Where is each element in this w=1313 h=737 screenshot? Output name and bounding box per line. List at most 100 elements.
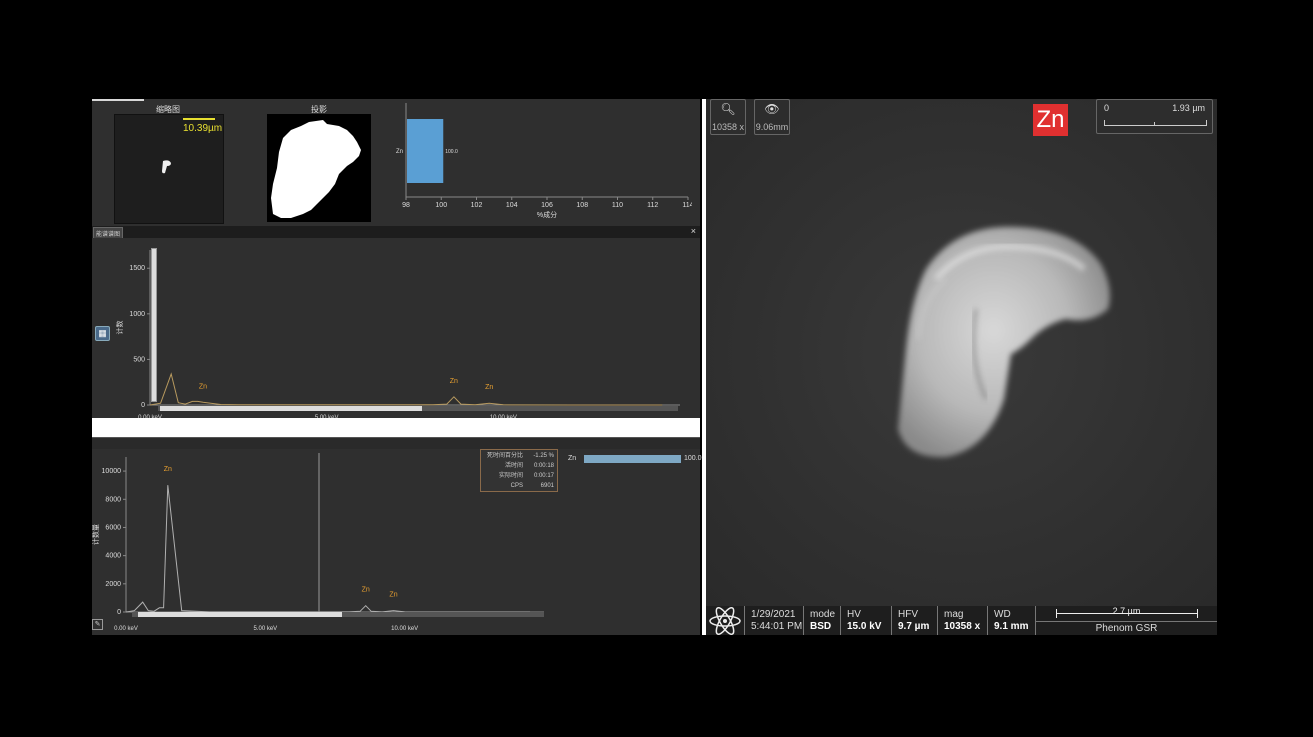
composition-bar bbox=[584, 455, 681, 463]
composition-element: Zn bbox=[568, 455, 577, 462]
bar-chart-tick-label: 100 bbox=[435, 202, 447, 209]
info-wd: WD 9.1 mm bbox=[988, 606, 1036, 635]
stats-row: 实际时间 0:00:17 bbox=[481, 471, 557, 481]
y-tick-label: 2000 bbox=[105, 581, 121, 588]
scale-box: 0 1.93 µm bbox=[1096, 99, 1213, 134]
y-tick-label: 500 bbox=[133, 356, 145, 363]
thumbnail-scale-label: 10.39µm bbox=[183, 123, 223, 134]
edit-icon[interactable]: ✎ bbox=[92, 619, 103, 630]
y-tick-label: 6000 bbox=[105, 524, 121, 531]
y-tick-label: 1000 bbox=[129, 311, 145, 318]
panel-divider bbox=[92, 418, 700, 437]
view-button[interactable]: 👁︎ 9.06mm bbox=[754, 99, 790, 135]
scale-ruler-midtick bbox=[1154, 122, 1155, 125]
thumbnail-scale-bar bbox=[183, 118, 215, 120]
zoom-value: 10358 x bbox=[711, 122, 745, 132]
spectrum-scroll-thumb[interactable] bbox=[160, 406, 422, 411]
stats-value: 0:00:17 bbox=[533, 473, 554, 479]
y-tick-label: 0 bbox=[141, 402, 145, 409]
y-tick-label: 0 bbox=[117, 609, 121, 616]
peak-label-zn: Zn bbox=[450, 378, 458, 385]
atom-icon[interactable] bbox=[708, 607, 742, 635]
composition-bar-chart: Zn 100.0 98 100 102 104 106 108 110 112 114 %成分 bbox=[396, 103, 692, 219]
y-tick-label: 1500 bbox=[129, 265, 145, 272]
stats-value: 0:00:18 bbox=[533, 463, 554, 469]
stats-key: CPS bbox=[510, 483, 523, 489]
scale-start-label: 0 bbox=[1104, 103, 1110, 113]
bar-chart-tick-label: 110 bbox=[612, 202, 623, 209]
bar-chart-tick-label: 98 bbox=[402, 202, 410, 209]
x-tick-label: 0.00 keV bbox=[114, 626, 138, 632]
bar-chart-tick-label: 112 bbox=[647, 202, 658, 209]
search-icon: 🔍︎ bbox=[720, 102, 736, 116]
spectrum-panel: ▦ 1500 1000 500 0 0.00 keV 5.00 keV 10.00 keV 计… bbox=[92, 238, 700, 418]
element-badge: Zn bbox=[1033, 104, 1068, 136]
bar-chart-tick-label: 104 bbox=[506, 202, 518, 209]
info-hv-value: 15.0 kV bbox=[847, 621, 882, 632]
close-icon[interactable]: × bbox=[691, 226, 696, 236]
live-spectrum-chart: 10000 8000 6000 4000 2000 0 0.00 keV 5.00 keV 10… bbox=[92, 453, 544, 632]
bar-zn bbox=[407, 119, 444, 183]
live-spectrum-panel: 10000 8000 6000 4000 2000 0 0.00 keV 5.00 keV 10… bbox=[92, 449, 702, 635]
x-tick-label: 10.00 keV bbox=[391, 626, 418, 632]
info-time: 5:44:01 PM bbox=[751, 621, 803, 632]
x-tick-label: 5.00 keV bbox=[253, 626, 277, 632]
live-spectrum-scroll-thumb[interactable] bbox=[138, 612, 342, 617]
info-wd-key: WD bbox=[994, 609, 1011, 620]
stats-key: 活时间 bbox=[504, 463, 523, 469]
info-hv-key: HV bbox=[847, 609, 861, 620]
y-tick-label: 4000 bbox=[105, 553, 121, 560]
eye-icon: 👁︎ bbox=[764, 102, 780, 116]
spectrum-ylabel: 计数量 bbox=[92, 524, 100, 545]
info-mode-value: BSD bbox=[810, 621, 832, 632]
sem-image-viewer[interactable]: 🔍︎ 10358 x 👁︎ 9.06mm Zn 0 1.93 µm bbox=[706, 99, 1217, 606]
particle-thumbnail bbox=[162, 160, 171, 174]
scale-end-label: 1.93 µm bbox=[1172, 103, 1205, 113]
peak-label-zn: Zn bbox=[164, 466, 172, 473]
brand-label: Phenom GSR bbox=[1095, 623, 1158, 634]
acquisition-stats-box: 死时间百分比 -1.25 % 活时间 0:00:18 实际时间 0:00:17 CPS 690… bbox=[480, 449, 558, 492]
spectrum-chart: 1500100050000.00 keV 5.00 keV 10.00 keV计数Z… bbox=[115, 250, 680, 418]
info-scale-divider bbox=[1036, 621, 1217, 622]
peak-label-zn: Zn bbox=[362, 587, 370, 594]
composition-value: 100.0 bbox=[684, 455, 702, 462]
spectrum-scroll-horizontal[interactable] bbox=[158, 406, 678, 411]
bar-chart-tick-label: 102 bbox=[471, 202, 483, 209]
composition-track bbox=[584, 455, 681, 463]
info-mag-key: mag bbox=[944, 609, 964, 620]
overview-panel: 缩略图 10.39µm 投影 Zn 100.0 98 100 102 104 106 10… bbox=[92, 99, 700, 226]
peak-label-zn: Zn bbox=[199, 383, 207, 390]
info-mode-key: mode bbox=[810, 609, 836, 620]
stats-row: CPS 6901 bbox=[481, 481, 557, 491]
stats-row: 活时间 0:00:18 bbox=[481, 461, 557, 471]
info-datetime: 1/29/2021 5:44:01 PM bbox=[744, 606, 804, 635]
bar-category-label: Zn bbox=[396, 149, 403, 155]
info-hv: HV 15.0 kV bbox=[841, 606, 892, 635]
info-hfv-key: HFV bbox=[898, 609, 918, 620]
peak-label-zn: Zn bbox=[389, 592, 397, 599]
bar-chart-tick-label: 106 bbox=[541, 202, 553, 209]
stats-row: 死时间百分比 -1.25 % bbox=[481, 451, 557, 461]
scale-ruler bbox=[1104, 120, 1207, 126]
live-spectrum-scroll[interactable] bbox=[132, 612, 544, 617]
peak-label-zn: Zn bbox=[485, 384, 493, 391]
stats-key: 实际时间 bbox=[498, 473, 523, 479]
y-tick-label: 8000 bbox=[105, 496, 121, 503]
particle-projection-mask bbox=[271, 120, 361, 218]
sem-particle bbox=[898, 226, 1110, 458]
stats-key: 死时间百分比 bbox=[486, 453, 523, 459]
info-mode: mode BSD bbox=[804, 606, 841, 635]
zoom-button[interactable]: 🔍︎ 10358 x bbox=[710, 99, 746, 135]
info-scale-label: 2.7 µm bbox=[1112, 606, 1141, 616]
spectrum-line bbox=[149, 372, 663, 406]
bar-chart-tick-label: 108 bbox=[576, 202, 588, 209]
bar-chart-xlabel: %成分 bbox=[537, 210, 557, 219]
bar-value-label: 100.0 bbox=[445, 149, 458, 155]
thumbnail-image[interactable]: 10.39µm bbox=[114, 114, 224, 224]
info-hfv-value: 9.7 µm bbox=[898, 621, 930, 632]
info-mag-value: 10358 x bbox=[944, 621, 981, 632]
info-scale: 2.7 µm Phenom GSR bbox=[1036, 606, 1217, 635]
info-mag: mag 10358 x bbox=[938, 606, 988, 635]
spectrum-ylabel: 计数 bbox=[115, 321, 124, 335]
projection-image[interactable] bbox=[267, 114, 371, 222]
